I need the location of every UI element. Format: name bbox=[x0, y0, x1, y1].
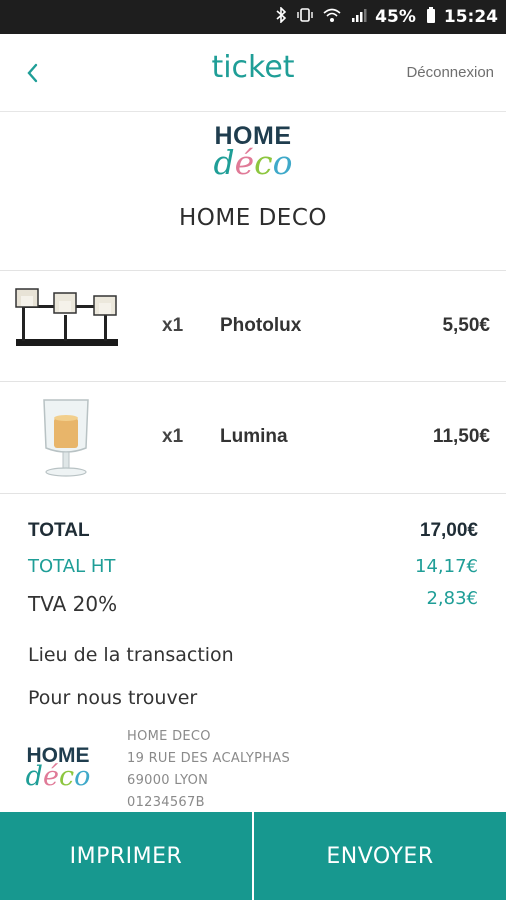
glass-candle-image bbox=[12, 396, 122, 478]
signal-icon bbox=[351, 7, 367, 27]
logo-deco-letter: é bbox=[234, 143, 255, 182]
print-button[interactable]: IMPRIMER bbox=[0, 812, 252, 900]
app-header: ticket Déconnexion bbox=[0, 34, 506, 112]
ticket-item-row: x1 Lumina 11,50€ bbox=[0, 381, 506, 492]
total-value: 17,00€ bbox=[419, 520, 478, 541]
total-ht-value: 14,17€ bbox=[415, 556, 478, 577]
logo-deco-letter: o bbox=[74, 761, 91, 792]
status-bar: 45% 15:24 bbox=[0, 0, 506, 34]
logout-link[interactable]: Déconnexion bbox=[406, 64, 494, 81]
address-line: 01234567B bbox=[127, 795, 205, 810]
store-name: HOME DECO bbox=[179, 205, 327, 231]
address-line: HOME DECO bbox=[127, 729, 211, 744]
vibrate-icon bbox=[297, 7, 313, 27]
brand-logo: HOME déco bbox=[200, 122, 306, 182]
tva-label: TVA 20% bbox=[28, 592, 118, 616]
transaction-location-label: Lieu de la transaction bbox=[28, 644, 234, 666]
divider bbox=[0, 493, 506, 494]
item-quantity: x1 bbox=[162, 315, 184, 336]
logo-deco-letter: c bbox=[254, 143, 273, 182]
logo-deco-letter: o bbox=[272, 143, 293, 182]
candle-holder-three-image bbox=[12, 285, 122, 367]
clock: 15:24 bbox=[443, 7, 498, 27]
total-ht-label: TOTAL HT bbox=[28, 556, 116, 577]
logo-deco-letter: d bbox=[213, 143, 235, 182]
item-quantity: x1 bbox=[162, 426, 184, 447]
item-name: Lumina bbox=[220, 426, 288, 447]
find-us-label: Pour nous trouver bbox=[28, 687, 198, 709]
logo-deco-letter: d bbox=[25, 761, 43, 792]
item-price: 5,50€ bbox=[442, 315, 490, 336]
item-price: 11,50€ bbox=[432, 426, 490, 447]
bluetooth-icon bbox=[275, 6, 287, 27]
logo-deco-text: déco bbox=[16, 761, 100, 792]
tva-value: 2,83€ bbox=[426, 588, 478, 609]
brand-logo-small: HOME déco bbox=[16, 744, 100, 800]
logo-deco-letter: c bbox=[58, 761, 75, 792]
address-line: 19 RUE DES ACALYPHAS bbox=[127, 751, 291, 766]
ticket-item-row: x1 Photolux 5,50€ bbox=[0, 270, 506, 381]
logo-deco-letter: é bbox=[42, 761, 59, 792]
item-name: Photolux bbox=[220, 315, 302, 336]
battery-icon bbox=[426, 7, 436, 27]
address-line: 69000 LYON bbox=[127, 773, 209, 788]
total-label: TOTAL bbox=[28, 520, 90, 541]
logo-deco-text: déco bbox=[200, 143, 306, 182]
battery-percent: 45% bbox=[375, 7, 416, 27]
wifi-icon bbox=[323, 7, 341, 27]
send-button[interactable]: ENVOYER bbox=[254, 812, 506, 900]
